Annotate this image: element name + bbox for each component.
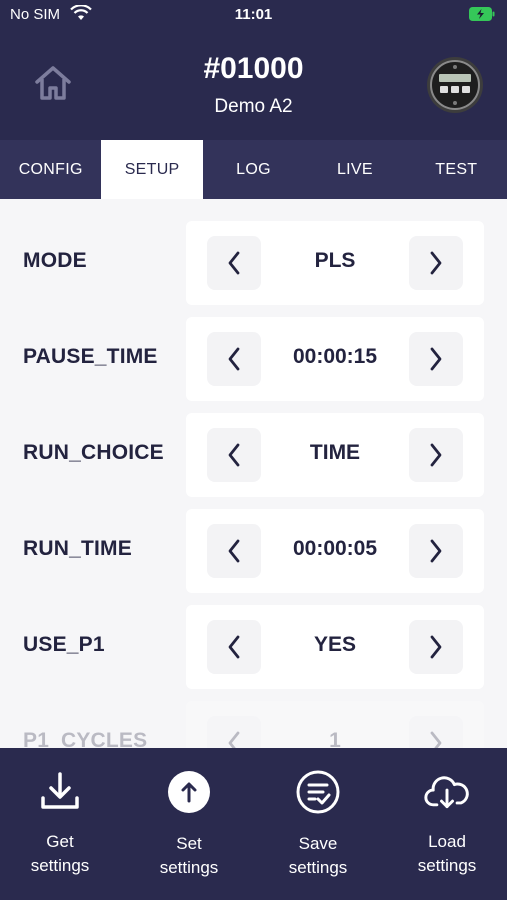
tab-setup[interactable]: SETUP <box>101 140 203 199</box>
setting-stepper: TIME <box>186 413 484 497</box>
load-settings-button[interactable]: Load settings <box>384 748 507 900</box>
setting-label: P1_CYCLES <box>23 729 148 748</box>
upload-circle-icon <box>166 769 212 815</box>
action-label-line2: settings <box>417 856 477 875</box>
chevron-left-icon <box>228 251 240 275</box>
setting-label: PAUSE_TIME <box>23 345 158 368</box>
tab-live[interactable]: LIVE <box>304 140 405 199</box>
setting-value: TIME <box>309 441 361 464</box>
cloud-download-icon <box>424 768 470 814</box>
save-settings-button[interactable]: Save settings <box>255 748 381 900</box>
previous-value-button[interactable] <box>207 620 261 674</box>
setting-stepper: 00:00:05 <box>186 509 484 593</box>
setting-row-run-choice: RUN_CHOICE TIME <box>0 413 507 497</box>
setting-stepper: 1 <box>186 701 484 748</box>
action-label-line2: settings <box>288 858 348 877</box>
previous-value-button[interactable] <box>207 236 261 290</box>
setting-value: 00:00:15 <box>292 345 378 368</box>
next-value-button[interactable] <box>409 428 463 482</box>
action-label-line1: Save <box>298 834 338 853</box>
setting-stepper: YES <box>186 605 484 689</box>
setting-label: MODE <box>23 249 87 272</box>
chevron-right-icon <box>430 635 442 659</box>
get-settings-button[interactable]: Get settings <box>0 748 123 900</box>
chevron-left-icon <box>228 347 240 371</box>
setting-label: RUN_TIME <box>23 537 132 560</box>
previous-value-button[interactable] <box>207 524 261 578</box>
next-value-button[interactable] <box>409 716 463 748</box>
device-thumbnail[interactable] <box>426 56 484 114</box>
tab-log[interactable]: LOG <box>203 140 304 199</box>
chevron-right-icon <box>430 251 442 275</box>
next-value-button[interactable] <box>409 332 463 386</box>
setting-value: 00:00:05 <box>292 537 378 560</box>
setting-label: RUN_CHOICE <box>23 441 164 464</box>
action-label-line2: settings <box>30 856 90 875</box>
set-settings-button[interactable]: Set settings <box>126 748 252 900</box>
clock: 11:01 <box>234 6 273 23</box>
setting-label: USE_P1 <box>23 633 105 656</box>
next-value-button[interactable] <box>409 524 463 578</box>
tab-test[interactable]: TEST <box>406 140 507 199</box>
settings-list[interactable]: MODE PLS PAUSE_TIME 00:00:15 RUN_CHOICE <box>0 199 507 748</box>
setting-stepper: 00:00:15 <box>186 317 484 401</box>
download-icon <box>37 768 83 814</box>
chevron-left-icon <box>228 539 240 563</box>
controller-device-icon <box>427 57 483 113</box>
setting-stepper: PLS <box>186 221 484 305</box>
action-label-line1: Load <box>428 832 466 851</box>
next-value-button[interactable] <box>409 620 463 674</box>
setting-row-mode: MODE PLS <box>0 221 507 305</box>
save-list-icon <box>295 769 341 815</box>
chevron-left-icon <box>228 635 240 659</box>
setting-row-p1-cycles: P1_CYCLES 1 <box>0 701 507 748</box>
bottom-action-bar: Get settings Set settings Save settings <box>0 748 507 900</box>
tab-config[interactable]: CONFIG <box>0 140 101 199</box>
battery-charging-icon <box>469 7 495 26</box>
setting-value: PLS <box>314 249 356 272</box>
status-bar: No SIM 11:01 <box>0 0 507 30</box>
tab-bar: CONFIG SETUP LOG LIVE TEST <box>0 140 507 199</box>
chevron-left-icon <box>228 443 240 467</box>
previous-value-button[interactable] <box>207 428 261 482</box>
setting-value: YES <box>313 633 357 656</box>
chevron-right-icon <box>430 731 442 748</box>
setting-row-use-p1: USE_P1 YES <box>0 605 507 689</box>
app-header: #01000 Demo A2 <box>0 30 507 140</box>
setting-row-pause-time: PAUSE_TIME 00:00:15 <box>0 317 507 401</box>
next-value-button[interactable] <box>409 236 463 290</box>
setting-row-run-time: RUN_TIME 00:00:05 <box>0 509 507 593</box>
chevron-right-icon <box>430 539 442 563</box>
previous-value-button[interactable] <box>207 332 261 386</box>
setting-value: 1 <box>329 729 341 748</box>
chevron-left-icon <box>228 731 240 748</box>
chevron-right-icon <box>430 347 442 371</box>
previous-value-button[interactable] <box>207 716 261 748</box>
chevron-right-icon <box>430 443 442 467</box>
action-label-line1: Set <box>176 834 202 853</box>
action-label-line2: settings <box>159 858 219 877</box>
action-label-line1: Get <box>46 832 74 851</box>
